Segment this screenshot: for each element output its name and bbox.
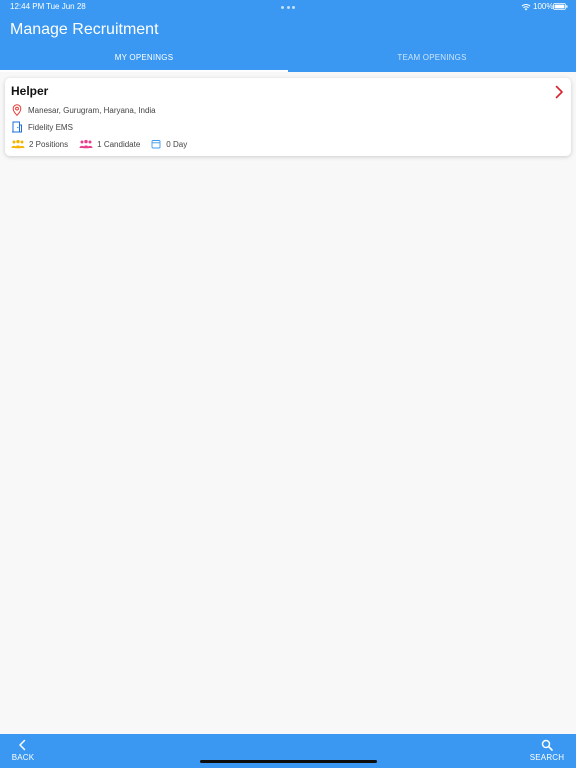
group-icon xyxy=(11,139,25,149)
back-label: BACK xyxy=(11,753,35,762)
days-count: 0 Day xyxy=(166,139,188,149)
positions-stat: 2 Positions xyxy=(11,139,68,149)
candidates-count: 1 Candidate xyxy=(97,139,141,149)
building-icon xyxy=(12,121,22,133)
opening-card[interactable]: Helper Manesar, Gurugram, Haryana, India… xyxy=(5,78,571,156)
search-label: SEARCH xyxy=(529,753,565,762)
active-tab-indicator xyxy=(0,70,288,72)
search-icon xyxy=(541,739,553,751)
opening-title: Helper xyxy=(11,84,49,98)
search-button[interactable]: SEARCH xyxy=(528,739,566,765)
wifi-icon xyxy=(521,4,531,11)
multitasking-dots-icon[interactable] xyxy=(281,6,295,9)
opening-company-row: Fidelity EMS xyxy=(11,120,73,134)
app-header: 12:44 PM Tue Jun 28 100% Manage Recruitm… xyxy=(0,0,576,72)
tab-team-openings[interactable]: TEAM OPENINGS xyxy=(288,46,576,72)
back-button[interactable]: BACK xyxy=(10,739,36,765)
opening-location-row: Manesar, Gurugram, Haryana, India xyxy=(11,103,156,117)
days-stat: 0 Day xyxy=(151,139,187,149)
tab-label: MY OPENINGS xyxy=(114,53,174,62)
battery-icon xyxy=(553,3,568,10)
chevron-left-icon xyxy=(19,739,26,751)
candidates-icon xyxy=(79,139,93,149)
battery-percentage: 100% xyxy=(533,2,554,11)
home-indicator[interactable] xyxy=(200,760,377,763)
opening-company: Fidelity EMS xyxy=(28,122,73,132)
tab-my-openings[interactable]: MY OPENINGS xyxy=(0,46,288,72)
status-time: 12:44 PM xyxy=(10,2,45,11)
page-title: Manage Recruitment xyxy=(10,21,159,38)
status-date: Tue Jun 28 xyxy=(46,2,86,11)
location-pin-icon xyxy=(12,104,22,116)
calendar-icon xyxy=(151,140,161,149)
candidates-stat: 1 Candidate xyxy=(79,139,140,149)
tab-label: TEAM OPENINGS xyxy=(397,53,467,62)
status-bar: 12:44 PM Tue Jun 28 100% xyxy=(0,0,576,14)
positions-count: 2 Positions xyxy=(29,139,69,149)
opening-location: Manesar, Gurugram, Haryana, India xyxy=(28,105,156,115)
opening-stats-row: 2 Positions 1 Candidate 0 Day xyxy=(11,137,187,151)
openings-tabs: MY OPENINGS TEAM OPENINGS xyxy=(0,46,576,72)
chevron-right-icon[interactable] xyxy=(554,85,564,99)
